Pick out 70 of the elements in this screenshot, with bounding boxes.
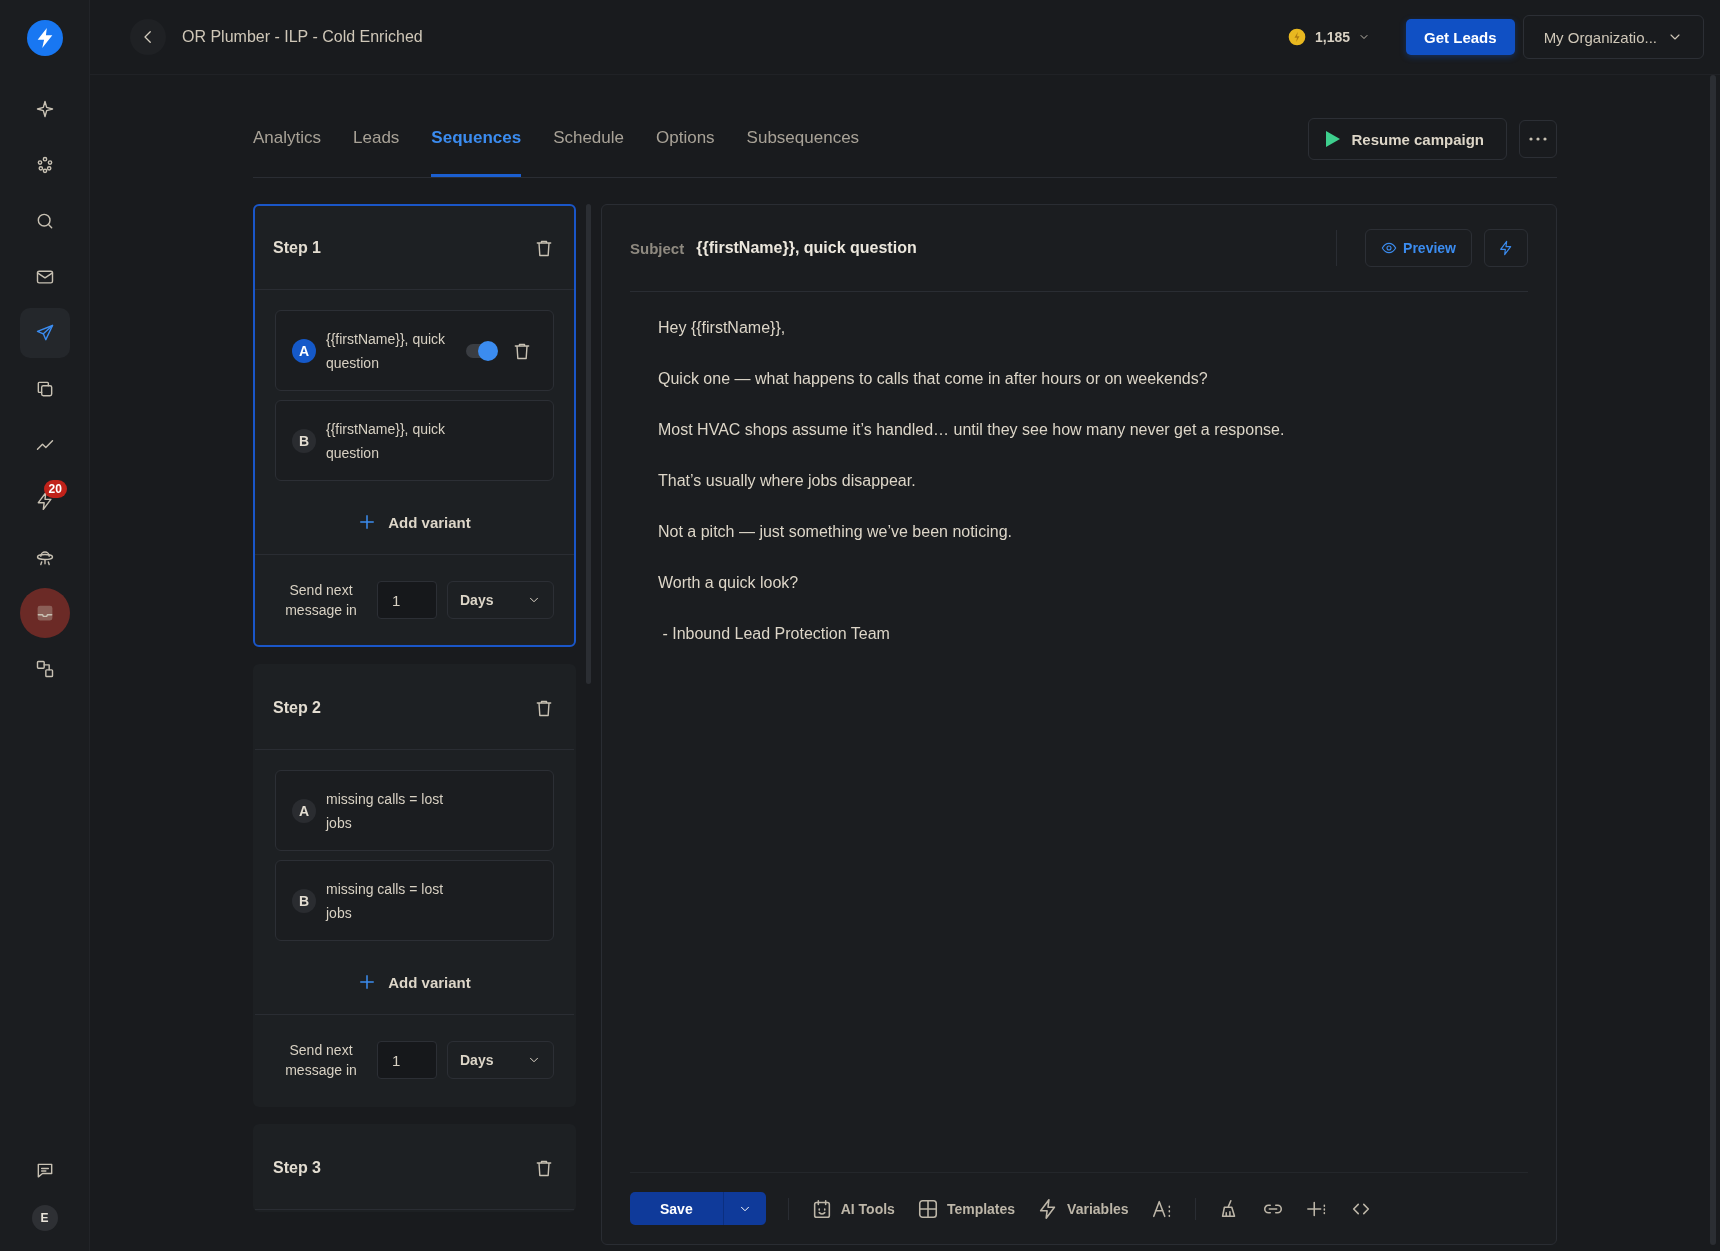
step-title: Step 1 [273,238,321,257]
variant-letter: B [292,428,316,453]
variant-letter: A [292,338,316,363]
play-icon [1325,130,1342,148]
blocks-icon [34,659,55,679]
step-card[interactable]: Step 1 A {{firstName}}, quick question B {{firstName}}, quick question Add variant Send next message in 1 Days [253,204,576,647]
delay-label: Send next message in [284,581,358,620]
coin-icon [1287,27,1308,47]
credits-dropdown[interactable]: 1,185 [1281,26,1377,48]
tab[interactable]: Leads [353,101,400,177]
logo-icon[interactable] [26,20,63,56]
body-text: Hey {{firstName}}, [658,318,787,338]
back-button[interactable] [130,19,166,55]
get-leads-button[interactable]: Get Leads [1406,19,1515,55]
variant-letter: B [292,888,316,913]
step-title: Step 3 [273,1158,321,1177]
subject-text[interactable]: {{firstName}}, quick question [696,239,1325,257]
mail-icon [34,267,55,287]
tab[interactable]: Subsequences [746,101,860,177]
ai-tools-button[interactable]: AI Tools [810,1197,895,1220]
campaign-title: OR Plumber - ILP - Cold Enriched [182,28,424,46]
body-text: Worth a quick look? [658,573,800,593]
step-title: Step 2 [273,698,321,717]
body-text: Most HVAC shops assume it’s handled… until they see how many never get a response. [658,420,1286,440]
ellipsis-icon [1529,137,1547,141]
variant-subject: missing calls = lost jobs [326,789,445,833]
tab[interactable]: Sequences [431,101,522,177]
notification-badge: 20 [43,480,67,498]
variant-toggle[interactable] [464,340,498,361]
delay-label: Send next message in [284,1041,358,1080]
body-text: Quick one — what happens to calls that come in after hours or on weekends? [658,369,1209,389]
delay-input[interactable]: 1 [377,1041,437,1079]
tab[interactable]: Analytics [253,101,322,177]
step-card[interactable]: Step 3 [253,1124,576,1212]
variant-subject: {{firstName}}, quick question [326,329,447,373]
variant-card[interactable]: A missing calls = lost jobs [275,770,554,851]
variant-letter: A [292,798,316,823]
lightning-button[interactable] [1484,229,1528,267]
lightning-icon [1498,240,1514,256]
variant-subject: missing calls = lost jobs [326,879,445,923]
variant-subject: {{firstName}}, quick question [326,419,447,463]
variant-card[interactable]: B missing calls = lost jobs [275,860,554,941]
user-avatar[interactable]: E [31,1205,58,1231]
plus-icon [358,513,377,531]
preview-button[interactable]: Preview [1365,229,1472,267]
resume-campaign-button[interactable]: Resume campaign [1308,118,1507,160]
plus-icon [358,973,377,991]
sparkle-icon [34,99,55,119]
templates-button[interactable]: Templates [916,1197,1016,1220]
body-text: Not a pitch — just something we’ve been noticing. [658,522,1013,542]
delay-input[interactable]: 1 [377,581,437,619]
nav-button[interactable]: 20 [19,476,70,526]
subject-label: Subject [630,239,685,257]
delay-unit-dropdown[interactable]: Days [447,581,554,619]
tab[interactable]: Options [656,101,715,177]
add-variant-button[interactable]: Add variant [352,490,477,554]
send-icon [34,323,55,343]
variables-button[interactable]: Variables [1037,1197,1129,1220]
layout-icon [916,1197,939,1220]
add-variant-button[interactable]: Add variant [352,950,477,1014]
body-text: - Inbound Lead Protection Team [661,624,891,644]
variant-card[interactable]: A {{firstName}}, quick question [275,310,554,391]
body-text: That’s usually where jobs disappear. [658,471,917,491]
delay-unit-dropdown[interactable]: Days [447,1041,554,1079]
eye-icon [1381,240,1398,256]
tab[interactable]: Schedule [553,101,624,177]
organization-dropdown[interactable]: My Organizatio... [1522,15,1704,59]
step-card[interactable]: Step 2 A missing calls = lost jobs B missing calls = lost jobs Add variant Send next message in 1 Days [253,664,576,1107]
variant-card[interactable]: B {{firstName}}, quick question [275,400,554,481]
more-options-button[interactable] [1519,120,1557,158]
